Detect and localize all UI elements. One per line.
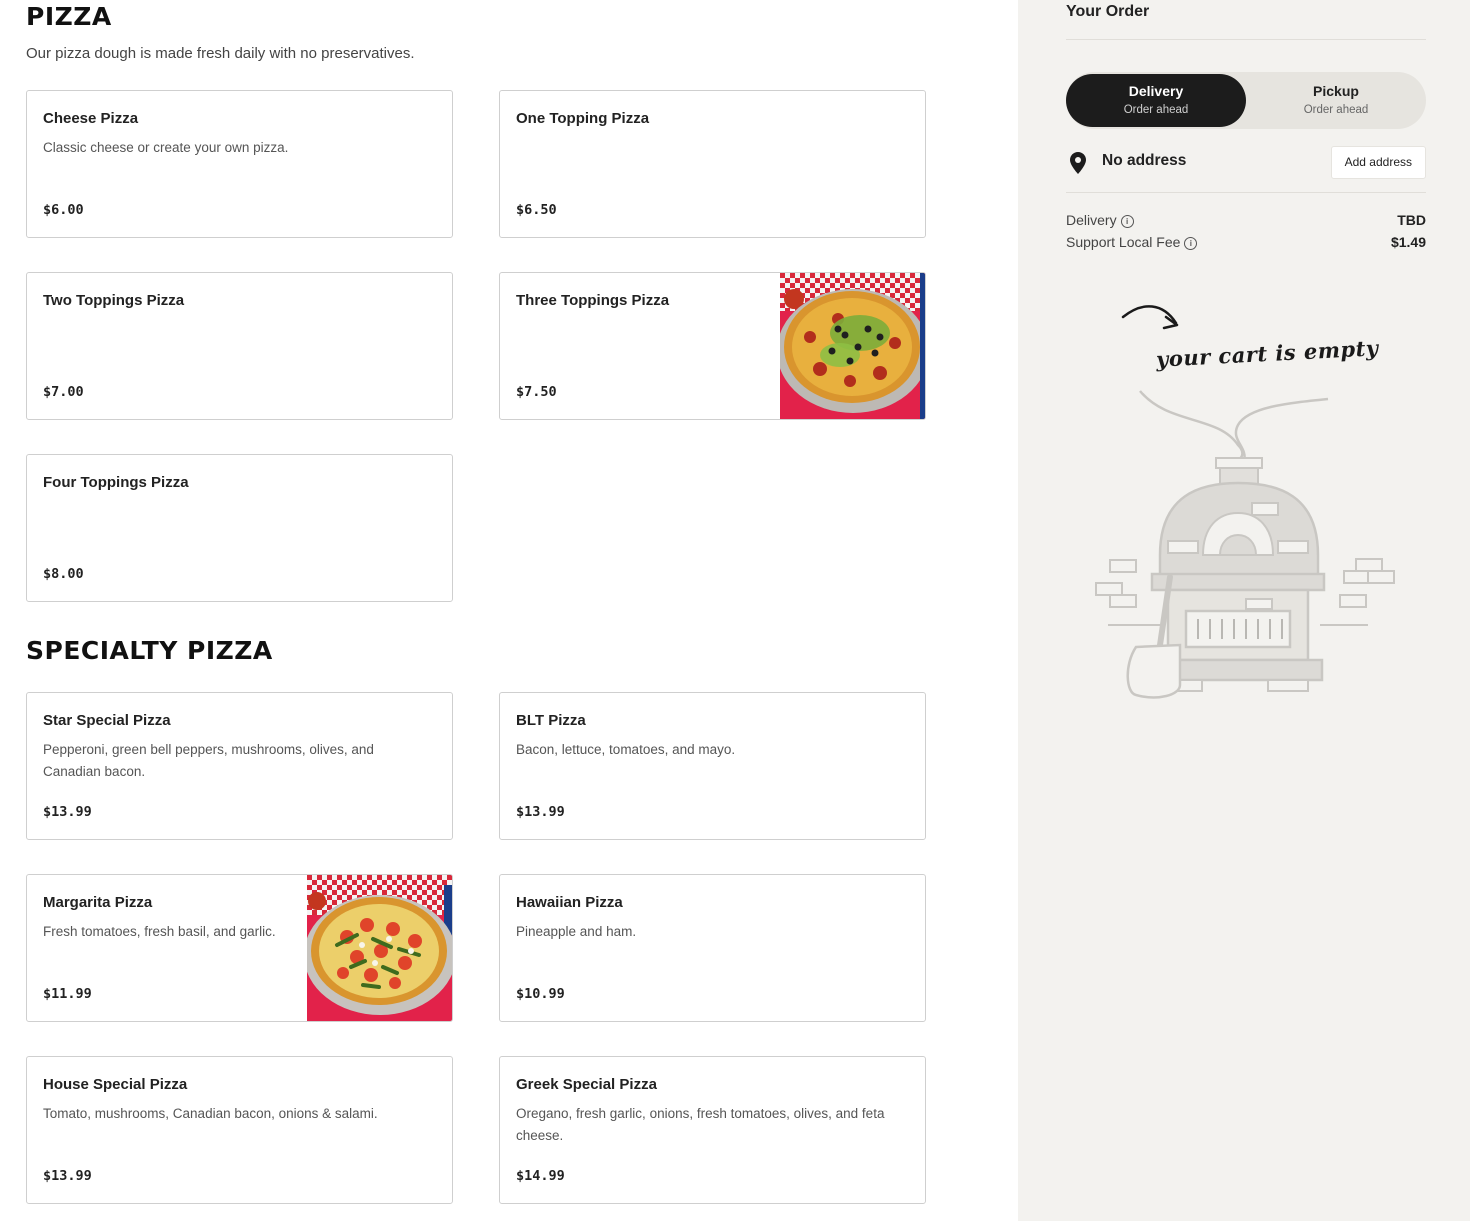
add-address-button[interactable]: Add address xyxy=(1330,146,1426,179)
info-icon[interactable]: i xyxy=(1120,215,1134,228)
option-label: Delivery xyxy=(1128,83,1184,99)
address-row: No address Add address xyxy=(1066,146,1426,179)
item-description: Classic cheese or create your own pizza. xyxy=(43,140,289,155)
address-text: No address xyxy=(1102,152,1187,169)
fee-row-delivery: Delivery i TBD xyxy=(1066,212,1426,230)
option-label: Pickup xyxy=(1313,83,1359,99)
option-subtitle: Order ahead xyxy=(1303,104,1369,116)
item-name: Greek Special Pizza xyxy=(516,1076,657,1093)
empty-cart-illustration: your cart is empty xyxy=(1088,295,1428,705)
fulfillment-toggle: Delivery Order ahead Pickup Order ahead xyxy=(1066,72,1426,129)
menu-item-greek-special-pizza[interactable]: Greek Special Pizza Oregano, fresh garli… xyxy=(499,1056,926,1204)
section-title-specialty-pizza: SPECIALTY PIZZA xyxy=(26,636,273,665)
item-name: Hawaiian Pizza xyxy=(516,894,623,911)
item-price: $7.00 xyxy=(43,384,84,400)
section-title-pizza: PIZZA xyxy=(26,2,112,31)
info-icon[interactable]: i xyxy=(1184,237,1198,250)
item-price: $8.00 xyxy=(43,566,84,582)
menu-item-margarita-pizza[interactable]: Margarita Pizza Fresh tomatoes, fresh ba… xyxy=(26,874,453,1022)
pickup-option[interactable]: Pickup Order ahead xyxy=(1246,74,1426,127)
menu-main: PIZZA Our pizza dough is made fresh dail… xyxy=(0,0,1018,1221)
item-name: One Topping Pizza xyxy=(516,110,650,127)
fee-label-wrap: Delivery i xyxy=(1066,212,1134,228)
item-price: $7.50 xyxy=(516,384,557,400)
menu-item-three-toppings-pizza[interactable]: Three Toppings Pizza $7.50 xyxy=(499,272,926,420)
pizza-photo xyxy=(780,273,925,419)
item-price: $10.99 xyxy=(516,986,565,1002)
menu-item-house-special-pizza[interactable]: House Special Pizza Tomato, mushrooms, C… xyxy=(26,1056,453,1204)
pizza-photo xyxy=(307,875,452,1021)
menu-item-blt-pizza[interactable]: BLT Pizza Bacon, lettuce, tomatoes, and … xyxy=(499,692,926,840)
order-sidebar: Your Order Delivery Order ahead Pickup O… xyxy=(1018,0,1470,1221)
divider xyxy=(1066,39,1426,40)
item-description: Oregano, fresh garlic, onions, fresh tom… xyxy=(516,1106,885,1143)
item-price: $14.99 xyxy=(516,1168,565,1184)
item-name: Star Special Pizza xyxy=(43,712,171,729)
fee-label: Support Local Fee xyxy=(1066,234,1181,250)
item-price: $6.00 xyxy=(43,202,84,218)
menu-item-four-toppings-pizza[interactable]: Four Toppings Pizza $8.00 xyxy=(26,454,453,602)
item-name: House Special Pizza xyxy=(43,1076,188,1093)
item-description: Bacon, lettuce, tomatoes, and mayo. xyxy=(516,742,736,757)
fee-row-support-local: Support Local Fee i $1.49 xyxy=(1066,234,1426,252)
item-name: BLT Pizza xyxy=(516,712,586,729)
item-name: Three Toppings Pizza xyxy=(516,292,670,309)
item-description: Pepperoni, green bell peppers, mushrooms… xyxy=(43,742,374,779)
option-subtitle: Order ahead xyxy=(1123,104,1189,116)
menu-item-one-topping-pizza[interactable]: One Topping Pizza $6.50 xyxy=(499,90,926,238)
item-price: $13.99 xyxy=(43,804,92,820)
divider xyxy=(1066,192,1426,193)
item-name: Two Toppings Pizza xyxy=(43,292,185,309)
fee-value: $1.49 xyxy=(1390,234,1426,250)
fee-label: Delivery xyxy=(1066,212,1117,228)
item-price: $13.99 xyxy=(43,1168,92,1184)
location-pin-icon xyxy=(1070,152,1086,174)
menu-item-hawaiian-pizza[interactable]: Hawaiian Pizza Pineapple and ham. $10.99 xyxy=(499,874,926,1022)
menu-item-two-toppings-pizza[interactable]: Two Toppings Pizza $7.00 xyxy=(26,272,453,420)
delivery-option[interactable]: Delivery Order ahead xyxy=(1066,74,1246,127)
item-price: $13.99 xyxy=(516,804,565,820)
item-description: Tomato, mushrooms, Canadian bacon, onion… xyxy=(43,1106,378,1121)
menu-item-cheese-pizza[interactable]: Cheese Pizza Classic cheese or create yo… xyxy=(26,90,453,238)
item-name: Cheese Pizza xyxy=(43,110,139,127)
menu-item-star-special-pizza[interactable]: Star Special Pizza Pepperoni, green bell… xyxy=(26,692,453,840)
item-price: $6.50 xyxy=(516,202,557,218)
item-description: Pineapple and ham. xyxy=(516,924,637,939)
item-description: Fresh tomatoes, fresh basil, and garlic. xyxy=(43,924,276,939)
fee-value: TBD xyxy=(1397,212,1426,228)
section-description: Our pizza dough is made fresh daily with… xyxy=(26,45,415,62)
fee-label-wrap: Support Local Fee i xyxy=(1066,234,1198,250)
order-title: Your Order xyxy=(1066,3,1150,20)
item-name: Margarita Pizza xyxy=(43,894,153,911)
item-price: $11.99 xyxy=(43,986,92,1002)
item-name: Four Toppings Pizza xyxy=(43,474,189,491)
